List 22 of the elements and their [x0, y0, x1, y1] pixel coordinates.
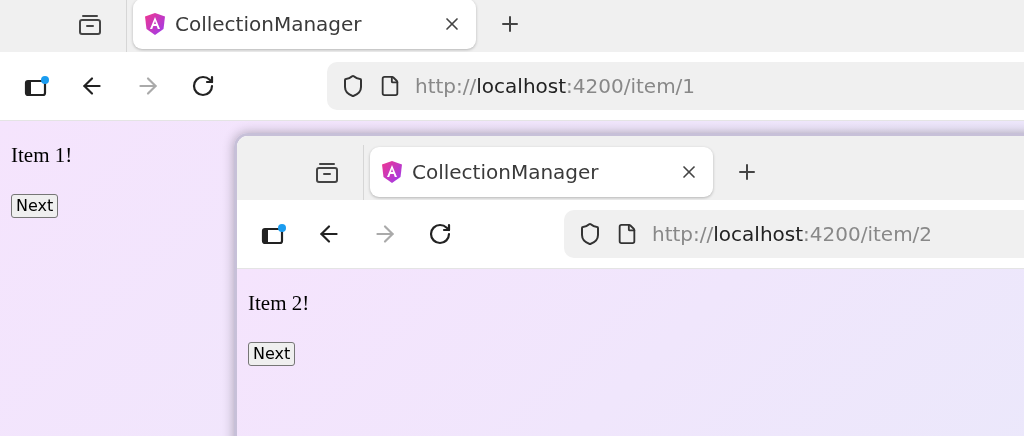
address-bar[interactable]: http://localhost:4200/item/1	[327, 62, 1024, 110]
shield-icon[interactable]	[578, 222, 602, 246]
address-bar[interactable]: http://localhost:4200/item/2	[564, 210, 1024, 258]
next-button[interactable]: Next	[11, 194, 59, 218]
reload-icon[interactable]	[191, 74, 215, 98]
shield-icon[interactable]	[341, 74, 365, 98]
browser-tab[interactable]: CollectionManager	[370, 146, 713, 197]
url-text: http://localhost:4200/item/1	[415, 73, 696, 100]
page-heading: Item 1!	[11, 145, 73, 166]
page-heading: Item 2!	[248, 293, 310, 314]
next-button[interactable]: Next	[248, 342, 296, 366]
sidebar-icon[interactable]	[24, 75, 50, 97]
sidebar-icon[interactable]	[261, 223, 287, 245]
app-logo-icon	[145, 12, 165, 35]
url-text: http://localhost:4200/item/2	[652, 221, 933, 248]
page-icon	[616, 223, 638, 245]
page-icon	[379, 75, 401, 97]
tab-list-icon[interactable]	[315, 161, 339, 184]
reload-icon[interactable]	[428, 222, 452, 246]
tab-list-icon[interactable]	[78, 13, 102, 36]
browser-tab[interactable]: CollectionManager	[133, 0, 476, 49]
app-logo-icon	[382, 160, 402, 183]
